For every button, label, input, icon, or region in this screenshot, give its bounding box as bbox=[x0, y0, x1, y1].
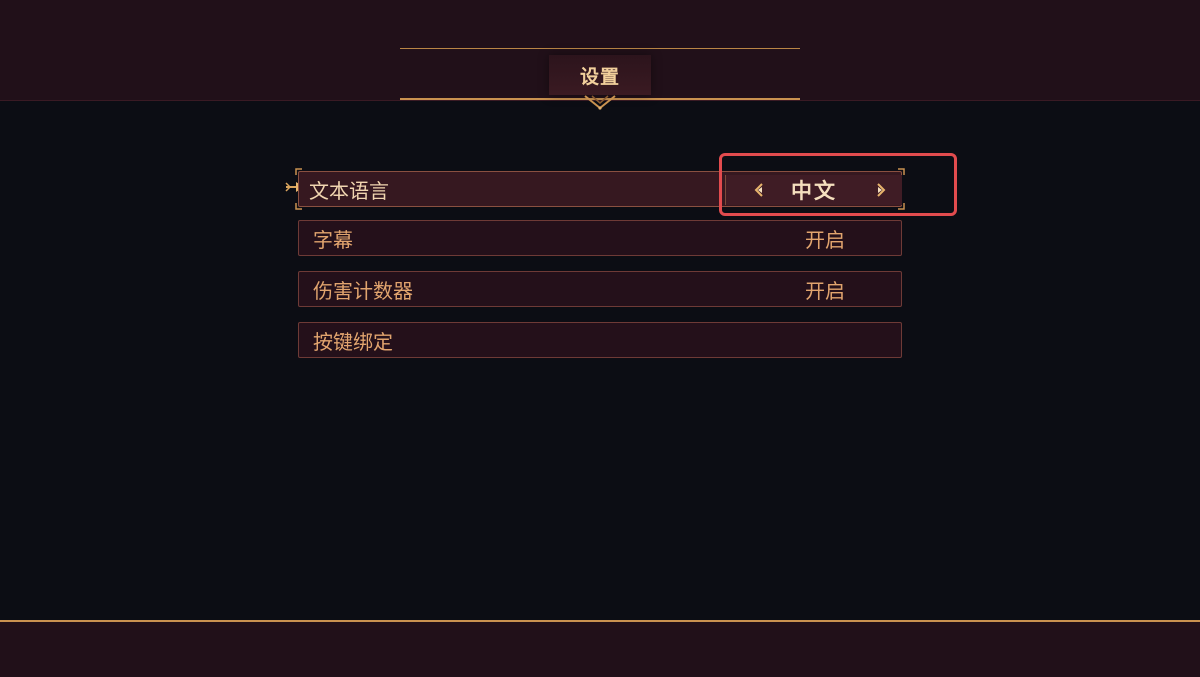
corner-ornament-icon bbox=[295, 203, 302, 210]
page-title: 设置 bbox=[579, 65, 620, 88]
bottom-bar bbox=[0, 620, 1200, 677]
setting-row-key-bindings[interactable]: 按键绑定 bbox=[298, 322, 902, 358]
setting-value: 开启 bbox=[805, 278, 845, 303]
title-frame: 设置 bbox=[400, 48, 800, 110]
setting-label: 按键绑定 bbox=[313, 329, 393, 354]
top-bar: 设置 bbox=[0, 0, 1200, 110]
setting-value: 开启 bbox=[805, 227, 845, 252]
highlight-box bbox=[719, 153, 957, 216]
setting-row-damage-counter[interactable]: 伤害计数器 开启 bbox=[298, 271, 902, 307]
title-ornament-icon bbox=[584, 95, 616, 110]
setting-row-subtitles[interactable]: 字幕 开启 bbox=[298, 220, 902, 256]
setting-label: 伤害计数器 bbox=[313, 278, 413, 303]
corner-ornament-icon bbox=[295, 168, 302, 175]
setting-label: 文本语言 bbox=[309, 178, 389, 203]
title-plate: 设置 bbox=[549, 55, 651, 95]
setting-label: 字幕 bbox=[313, 227, 353, 252]
